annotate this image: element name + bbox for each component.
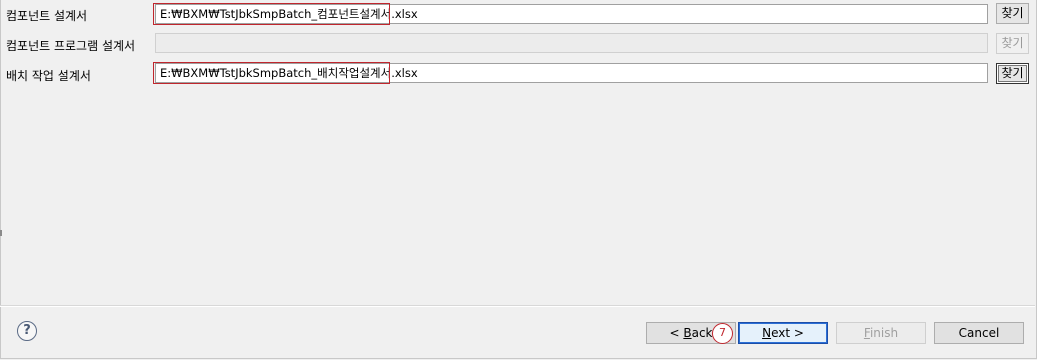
batch-job-design-doc-field[interactable] [155,63,988,83]
component-design-doc-field[interactable] [155,4,988,24]
help-icon[interactable]: ? [17,321,37,341]
back-prefix: < [669,326,684,340]
finish-button: Finish [836,322,926,344]
next-mnemonic: N [762,326,772,340]
footer-separator [0,305,1035,307]
batch-job-design-doc-label: 배치 작업 설계서 [6,69,91,83]
component-design-doc-label: 컴포넌트 설계서 [6,9,88,23]
back-label-rest: ack [691,326,713,340]
component-program-design-doc-field [155,33,988,53]
cancel-button[interactable]: Cancel [934,322,1024,344]
component-program-design-doc-find-button: 찾기 [996,33,1029,54]
component-design-doc-find-button[interactable]: 찾기 [996,3,1029,24]
back-mnemonic: B [683,326,692,340]
next-label-rest: ext > [771,326,804,340]
finish-label-rest: inish [869,326,899,340]
component-program-design-doc-label: 컴포넌트 프로그램 설계서 [6,39,136,53]
next-button[interactable]: Next > [738,322,828,344]
edge-mark [0,230,2,236]
batch-job-design-doc-find-button[interactable]: 찾기 [996,63,1029,84]
step-marker: 7 [712,323,733,344]
